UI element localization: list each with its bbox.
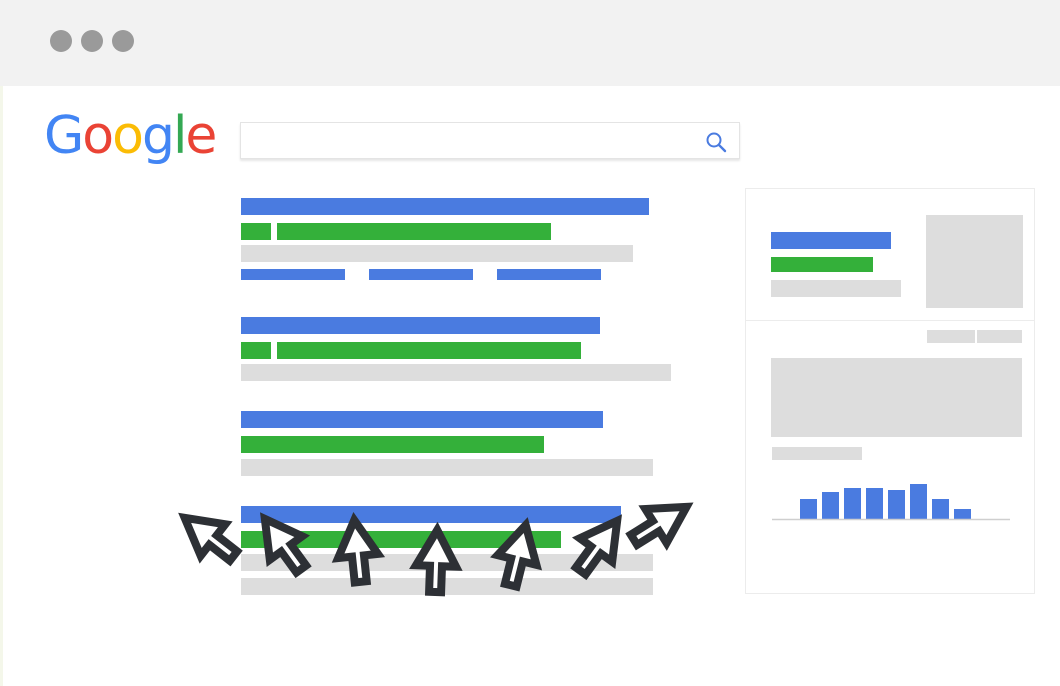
sitelink-placeholder[interactable]	[369, 269, 473, 280]
logo-letter: o	[82, 106, 114, 166]
panel-divider	[745, 320, 1035, 321]
result-title-placeholder[interactable]	[241, 506, 621, 523]
result-url-placeholder	[241, 436, 544, 453]
mini-chart-bar	[866, 488, 883, 519]
panel-title-placeholder[interactable]	[771, 232, 891, 249]
sitelink-placeholder[interactable]	[241, 269, 345, 280]
result-title-placeholder[interactable]	[241, 198, 649, 215]
browser-titlebar	[0, 0, 1060, 86]
result-snippet-placeholder	[241, 364, 671, 381]
result-url-icon-placeholder	[241, 223, 271, 240]
mini-chart-bar	[844, 488, 861, 519]
panel-caption-placeholder	[772, 447, 862, 460]
result-url-icon-placeholder	[241, 342, 271, 359]
panel-mini-chart	[772, 484, 1010, 521]
logo-letter: e	[185, 106, 217, 166]
mini-chart-bar	[888, 490, 905, 519]
panel-tab-placeholder[interactable]	[927, 330, 975, 343]
search-input[interactable]	[240, 122, 740, 159]
result-snippet-placeholder	[241, 578, 653, 595]
mini-chart-bar	[822, 492, 839, 519]
search-icon[interactable]	[705, 131, 727, 153]
mini-chart-bar	[954, 509, 971, 519]
panel-block-placeholder	[771, 358, 1022, 437]
panel-text-placeholder	[771, 280, 901, 297]
window-control-dot[interactable]	[50, 30, 72, 52]
result-url-placeholder	[241, 531, 561, 548]
result-title-placeholder[interactable]	[241, 317, 600, 334]
result-snippet-placeholder	[241, 554, 653, 571]
mini-chart-bar	[932, 499, 949, 519]
result-url-placeholder	[277, 223, 551, 240]
window-control-dot[interactable]	[112, 30, 134, 52]
panel-image-placeholder[interactable]	[926, 215, 1023, 308]
logo-letter: G	[44, 106, 84, 166]
panel-subtitle-placeholder	[771, 257, 873, 272]
panel-tab-placeholder[interactable]	[977, 330, 1022, 343]
mini-chart-bar	[800, 499, 817, 519]
mini-chart-bar	[910, 484, 927, 519]
sitelink-placeholder[interactable]	[497, 269, 601, 280]
logo-letter: g	[141, 106, 175, 166]
result-snippet-placeholder	[241, 245, 633, 262]
logo-letter: o	[112, 106, 144, 166]
result-snippet-placeholder	[241, 459, 653, 476]
logo-letter: l	[172, 106, 188, 166]
result-url-placeholder	[277, 342, 581, 359]
window-control-dot[interactable]	[81, 30, 103, 52]
google-logo: Google	[44, 106, 217, 166]
result-title-placeholder[interactable]	[241, 411, 603, 428]
